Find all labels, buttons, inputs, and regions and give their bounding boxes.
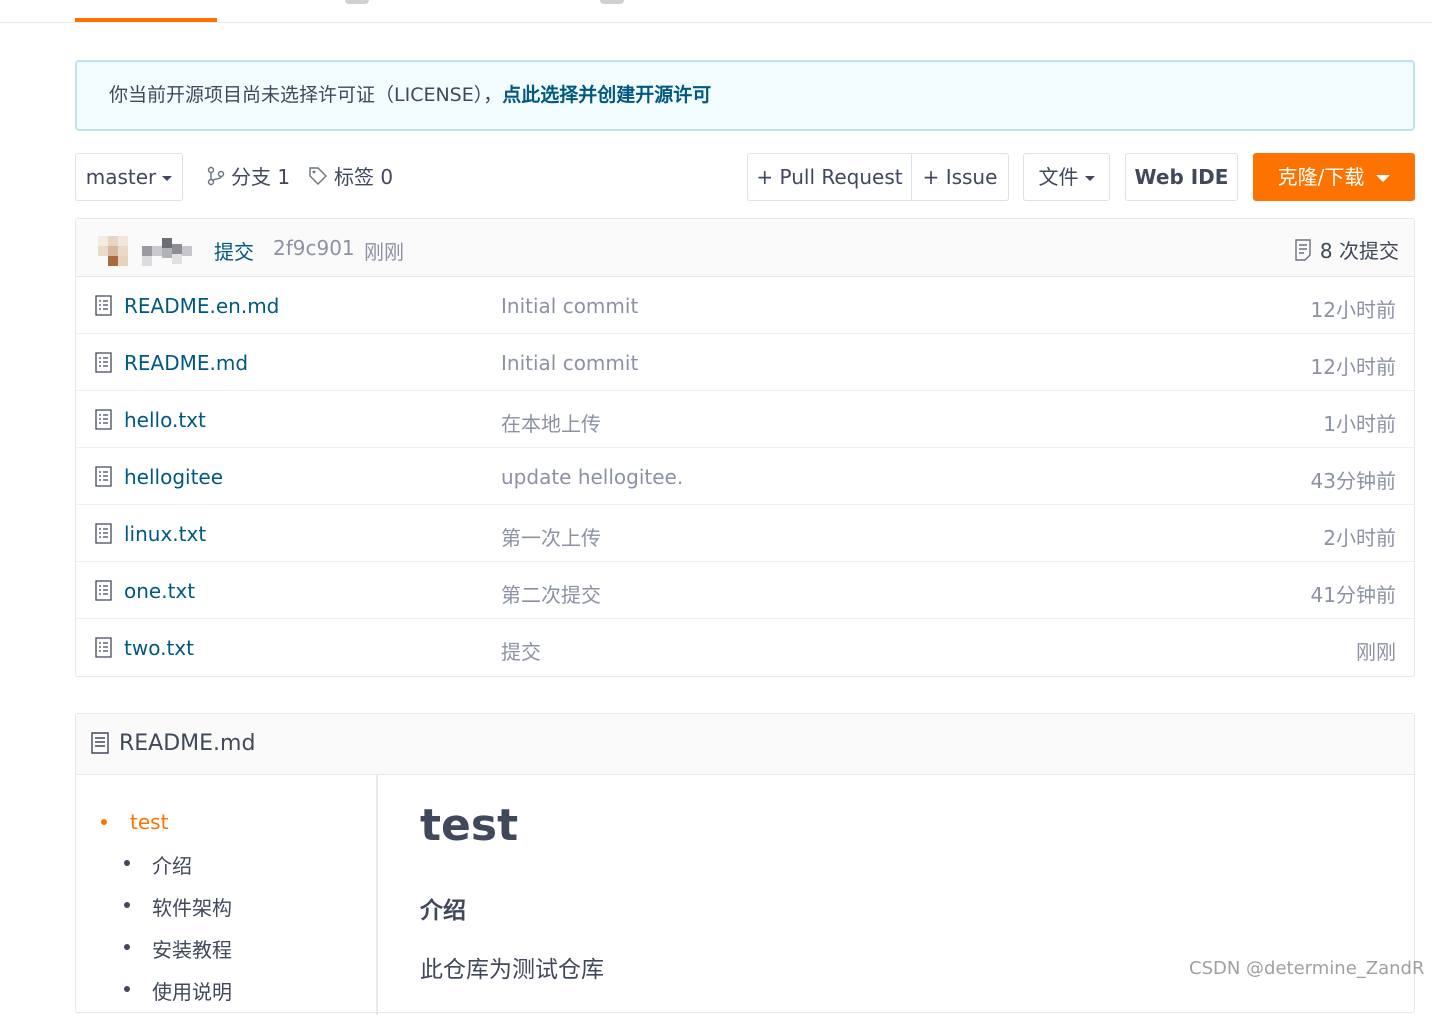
clone-download-button[interactable]: 克隆/下载 <box>1253 153 1415 201</box>
readme-header: README.md <box>76 714 1414 775</box>
commit-hash-link[interactable]: 2f9c901 <box>273 236 355 260</box>
file-commit-message-link[interactable]: 在本地上传 <box>501 408 601 437</box>
file-row[interactable]: linux.txt 第一次上传 2小时前 <box>76 505 1414 562</box>
file-commit-message-link[interactable]: 第二次提交 <box>501 579 601 608</box>
chevron-down-icon <box>1084 176 1095 181</box>
file-row[interactable]: one.txt 第二次提交 41分钟前 <box>76 562 1414 619</box>
file-commit-time: 12小时前 <box>1310 355 1396 379</box>
readme-title: README.md <box>119 731 256 756</box>
license-notice-text: 你当前开源项目尚未选择许可证（LICENSE）， <box>109 84 503 106</box>
repo-nav-tabs <box>0 0 1432 23</box>
file-commit-message-link[interactable]: 提交 <box>501 636 541 665</box>
file-name-link[interactable]: hello.txt <box>124 408 206 432</box>
tab-count-badge <box>345 0 369 4</box>
pull-request-button[interactable]: + Pull Request <box>747 153 912 201</box>
file-commit-time: 12小时前 <box>1310 298 1396 322</box>
readme-heading: test <box>420 800 519 851</box>
file-commit-time: 43分钟前 <box>1310 469 1396 493</box>
branch-icon <box>207 166 225 186</box>
commit-message-link[interactable]: 提交 <box>214 236 254 265</box>
file-row[interactable]: hello.txt 在本地上传 1小时前 <box>76 391 1414 448</box>
file-name-link[interactable]: README.md <box>124 351 248 375</box>
tab-count-badge <box>600 0 624 4</box>
toc-bullet <box>124 902 130 908</box>
file-name-link[interactable]: linux.txt <box>124 522 206 546</box>
tag-icon <box>309 167 327 185</box>
avatar[interactable] <box>98 236 196 266</box>
commit-count-link[interactable]: 8 次提交 <box>1294 235 1399 264</box>
file-commit-message-link[interactable]: 第一次上传 <box>501 522 601 551</box>
license-notice: 你当前开源项目尚未选择许可证（LICENSE），点此选择并创建开源许可 <box>75 60 1415 131</box>
file-icon <box>95 409 112 434</box>
file-commit-message-link[interactable]: Initial commit <box>501 351 638 375</box>
file-commit-time: 41分钟前 <box>1310 583 1396 607</box>
chevron-down-icon <box>1376 175 1391 182</box>
latest-commit-bar: 提交 2f9c901 刚刚 8 次提交 <box>76 219 1414 277</box>
file-name-link[interactable]: README.en.md <box>124 294 279 318</box>
toc-item-test[interactable]: test <box>130 810 168 834</box>
tags-label: 标签 0 <box>334 165 394 189</box>
branches-label: 分支 1 <box>231 165 291 189</box>
file-icon <box>95 466 112 491</box>
file-commit-time: 1小时前 <box>1323 412 1396 436</box>
watermark: CSDN @determine_ZandR <box>1189 958 1425 979</box>
commits-icon <box>1295 239 1311 261</box>
readme-paragraph: 此仓库为测试仓库 <box>420 957 604 983</box>
file-list: 提交 2f9c901 刚刚 8 次提交 README.en.md Initial … <box>75 218 1415 677</box>
file-commit-message-link[interactable]: update hellogitee. <box>501 465 683 489</box>
branch-select[interactable]: master <box>75 153 183 201</box>
toc-item[interactable]: 使用说明 <box>152 976 232 1005</box>
file-commit-message-link[interactable]: Initial commit <box>501 294 638 318</box>
commit-count-label: 8 次提交 <box>1319 239 1399 263</box>
toc-bullet <box>124 860 130 866</box>
file-name-link[interactable]: two.txt <box>124 636 194 660</box>
active-tab-indicator <box>75 18 217 22</box>
commit-time: 刚刚 <box>364 240 404 264</box>
file-name-link[interactable]: one.txt <box>124 579 195 603</box>
file-commit-time: 刚刚 <box>1356 640 1396 664</box>
file-row[interactable]: hellogitee update hellogitee. 43分钟前 <box>76 448 1414 505</box>
branches-link[interactable]: 分支 1 <box>207 153 290 201</box>
file-menu-label: 文件 <box>1038 165 1079 189</box>
choose-license-link[interactable]: 点此选择并创建开源许可 <box>502 84 711 106</box>
toc-item[interactable]: 安装教程 <box>152 934 232 963</box>
file-row[interactable]: two.txt 提交 刚刚 <box>76 619 1414 676</box>
readme-toc: test 介绍 软件架构 安装教程 使用说明 <box>76 775 378 1015</box>
readme-subheading: 介绍 <box>420 898 466 924</box>
file-commit-time: 2小时前 <box>1323 526 1396 550</box>
file-row[interactable]: README.md Initial commit 12小时前 <box>76 334 1414 391</box>
issue-button[interactable]: + Issue <box>911 153 1009 201</box>
file-name-link[interactable]: hellogitee <box>124 465 223 489</box>
file-menu-button[interactable]: 文件 <box>1023 153 1110 201</box>
clone-download-label: 克隆/下载 <box>1277 165 1365 189</box>
web-ide-button[interactable]: Web IDE <box>1125 153 1238 201</box>
file-icon <box>91 732 109 754</box>
file-icon <box>95 352 112 377</box>
file-icon <box>95 637 112 662</box>
toc-item[interactable]: 介绍 <box>152 850 192 879</box>
file-rows: README.en.md Initial commit 12小时前 README.md… <box>76 277 1414 676</box>
file-icon <box>95 580 112 605</box>
toc-item[interactable]: 软件架构 <box>152 892 232 921</box>
file-row[interactable]: README.en.md Initial commit 12小时前 <box>76 277 1414 334</box>
toc-bullet <box>124 944 130 950</box>
branch-select-label: master <box>85 165 157 189</box>
file-icon <box>95 523 112 548</box>
tags-link[interactable]: 标签 0 <box>308 153 393 201</box>
toc-bullet <box>124 986 130 992</box>
toc-bullet <box>101 819 107 825</box>
chevron-down-icon <box>162 176 173 181</box>
file-icon <box>95 295 112 320</box>
